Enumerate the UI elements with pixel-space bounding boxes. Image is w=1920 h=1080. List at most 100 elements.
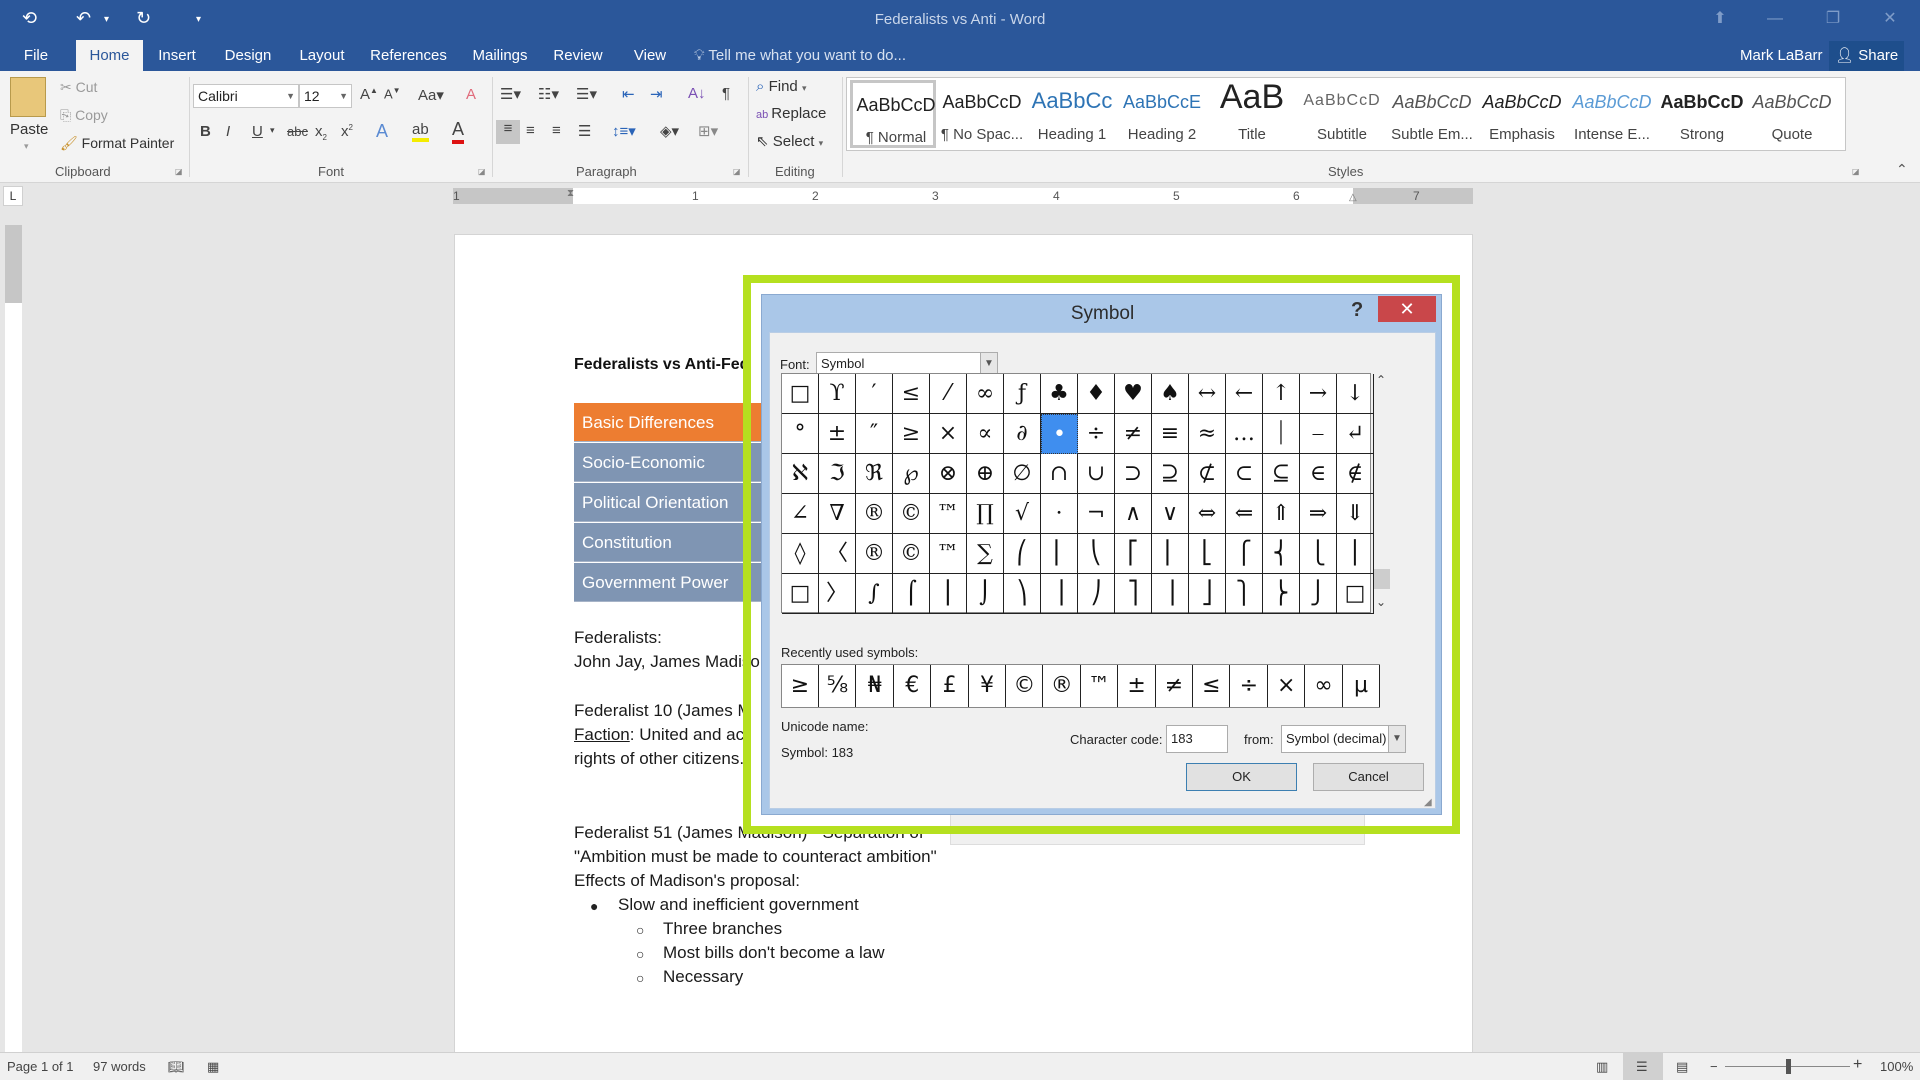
borders-icon[interactable]: ⊞▾ <box>698 122 718 140</box>
zoom-out-icon[interactable]: − <box>1710 1059 1718 1074</box>
subscript-icon[interactable]: x2 <box>315 123 327 142</box>
style-emphasis[interactable]: AaBbCcD Emphasis <box>1479 80 1565 148</box>
recent-symbol-cell[interactable]: ⅝ <box>819 665 857 707</box>
recent-symbol-cell[interactable]: ≤ <box>1193 665 1231 707</box>
decrease-indent-icon[interactable]: ⇤ <box>622 85 635 103</box>
restore-icon[interactable]: ❐ <box>1813 6 1853 32</box>
symbol-cell[interactable]: ↵ <box>1337 414 1374 454</box>
symbol-cell[interactable]: ⇒ <box>1300 494 1337 534</box>
vertical-ruler[interactable] <box>5 225 22 1055</box>
shading-icon[interactable]: ◈▾ <box>660 122 679 140</box>
symbol-cell[interactable]: ↑ <box>1263 374 1300 414</box>
symbol-cell[interactable]: ® <box>856 494 893 534</box>
symbol-cell[interactable]: ⇓ <box>1337 494 1374 534</box>
scroll-down-icon[interactable]: ⌄ <box>1376 595 1386 609</box>
symbol-cell[interactable]: ⎜ <box>1041 534 1078 574</box>
tab-design[interactable]: Design <box>218 40 278 71</box>
scroll-thumb[interactable] <box>1374 569 1390 589</box>
page-count[interactable]: Page 1 of 1 <box>7 1059 74 1074</box>
list-item[interactable]: Slow and inefficient government <box>618 895 859 915</box>
symbol-grid[interactable]: □ ϒ ′ ≤ ⁄ ∞ ƒ ♣ ♦ ♥ ♠ ↔ ← ↑ → ↓ ° ± ″ ≥ × ∝ ∂ • ÷ ≠ ≡ ≈… ⏐ ⎯ ↵ ℵ ℑ ℜ ℘ ⊗ ⊕ ∅ ∩… <box>781 373 1374 614</box>
tab-view[interactable]: View <box>624 40 676 71</box>
symbol-cell[interactable]: ℜ <box>856 454 893 494</box>
symbol-cell[interactable]: ⎯ <box>1300 414 1337 454</box>
symbol-cell[interactable]: ⎛ <box>1004 534 1041 574</box>
symbol-cell[interactable]: ⋅ <box>1041 494 1078 534</box>
clipboard-launcher-icon[interactable]: ◪ <box>175 167 183 176</box>
symbol-cell[interactable]: ⎢ <box>1152 534 1189 574</box>
style-title[interactable]: AaB Title <box>1209 78 1295 148</box>
paragraph-launcher-icon[interactable]: ◪ <box>733 167 741 176</box>
style-subtitle[interactable]: AaBbCcD Subtitle <box>1299 80 1385 148</box>
symbol-cell[interactable]: ⇐ <box>1226 494 1263 534</box>
doc-paragraph[interactable]: Faction: United and act <box>574 725 749 745</box>
symbol-cell[interactable]: ℘ <box>893 454 930 494</box>
list-item[interactable]: Most bills don't become a law <box>663 943 885 963</box>
recent-symbol-cell[interactable]: € <box>894 665 932 707</box>
style-heading-1[interactable]: AaBbCc Heading 1 <box>1029 80 1115 148</box>
symbol-cell[interactable]: ♠ <box>1152 374 1189 414</box>
show-formatting-marks-icon[interactable]: ¶ <box>722 85 730 102</box>
symbol-cell[interactable]: ⇔ <box>1189 494 1226 534</box>
line-spacing-icon[interactable]: ↕≡▾ <box>612 122 636 140</box>
style-intense-emphasis[interactable]: AaBbCcD Intense E... <box>1569 80 1655 148</box>
symbol-cell[interactable]: ⊆ <box>1263 454 1300 494</box>
multilevel-list-icon[interactable]: ☰▾ <box>576 85 597 103</box>
symbol-cell[interactable]: ⊄ <box>1189 454 1226 494</box>
indent-marker-icon[interactable]: ⧗ <box>567 188 574 199</box>
clear-formatting-icon[interactable]: A <box>466 86 476 103</box>
symbol-cell[interactable]: ◊ <box>782 534 819 574</box>
increase-indent-icon[interactable]: ⇥ <box>650 85 663 103</box>
zoom-in-icon[interactable]: + <box>1853 1056 1862 1074</box>
symbol-cell[interactable]: ™ <box>930 534 967 574</box>
close-icon[interactable]: ✕ <box>1378 296 1436 322</box>
symbol-cell[interactable]: ⎞ <box>1004 574 1041 614</box>
symbol-cell[interactable]: ⁄ <box>930 374 967 414</box>
recent-symbol-cell[interactable]: µ <box>1343 665 1380 707</box>
symbol-cell[interactable]: ⎭ <box>1300 574 1337 614</box>
grow-font-icon[interactable]: A▲ <box>360 86 378 103</box>
symbol-cell[interactable]: ∪ <box>1078 454 1115 494</box>
symbol-cell[interactable]: ƒ <box>1004 374 1041 414</box>
underline-icon[interactable]: U <box>252 123 263 140</box>
format-painter-button[interactable]: 🖌︎ Format Painter <box>60 135 174 152</box>
recent-symbol-cell[interactable]: ÷ <box>1231 665 1268 707</box>
symbol-cell[interactable]: ⌡ <box>967 574 1004 614</box>
symbol-cell[interactable]: □ <box>782 574 819 614</box>
zoom-level[interactable]: 100% <box>1880 1059 1913 1074</box>
recent-symbol-cell[interactable]: ₦ <box>857 665 894 707</box>
style-strong[interactable]: AaBbCcD Strong <box>1659 80 1745 148</box>
symbol-cell[interactable]: ® <box>856 534 893 574</box>
symbol-cell[interactable]: ⊕ <box>967 454 1004 494</box>
symbol-cell[interactable]: □ <box>1337 574 1374 614</box>
minimize-icon[interactable]: — <box>1755 6 1795 32</box>
scroll-up-icon[interactable]: ⌃ <box>1376 373 1386 387</box>
tab-file[interactable]: File <box>14 40 58 71</box>
symbol-cell[interactable]: ∞ <box>967 374 1004 414</box>
symbol-cell[interactable]: ∝ <box>967 414 1004 454</box>
tab-insert[interactable]: Insert <box>152 40 202 71</box>
symbol-cell[interactable]: ⇑ <box>1263 494 1300 534</box>
align-center-icon[interactable]: ≡ <box>526 122 535 139</box>
symbol-cell[interactable]: √ <box>1004 494 1041 534</box>
font-launcher-icon[interactable]: ◪ <box>478 167 486 176</box>
symbol-cell[interactable]: ∏ <box>967 494 1004 534</box>
symbol-cell[interactable]: × <box>930 414 967 454</box>
symbol-cell[interactable]: ↔ <box>1189 374 1226 414</box>
word-count[interactable]: 97 words <box>93 1059 146 1074</box>
symbol-cell[interactable]: ″ <box>856 414 893 454</box>
symbol-cell[interactable]: ⎤ <box>1115 574 1152 614</box>
tab-mailings[interactable]: Mailings <box>465 40 535 71</box>
symbol-cell[interactable]: ⎪ <box>1337 534 1374 574</box>
doc-paragraph[interactable]: John Jay, James Madiso <box>574 652 760 672</box>
change-case-icon[interactable]: Aa▾ <box>418 86 444 104</box>
symbol-cell[interactable]: ≠ <box>1115 414 1152 454</box>
doc-paragraph[interactable]: Federalists: <box>574 628 662 648</box>
list-item[interactable]: Necessary <box>663 967 743 987</box>
find-button[interactable]: ⌕ Find ▾ <box>756 78 806 95</box>
bullets-icon[interactable]: ☰▾ <box>500 85 521 103</box>
chevron-down-icon[interactable]: ▼ <box>1388 725 1406 753</box>
symbol-cell[interactable]: ← <box>1226 374 1263 414</box>
paste-button[interactable]: Paste <box>10 121 48 138</box>
horizontal-ruler[interactable]: 1 1 2 3 4 5 6 7 ⧗ △ <box>453 188 1473 204</box>
